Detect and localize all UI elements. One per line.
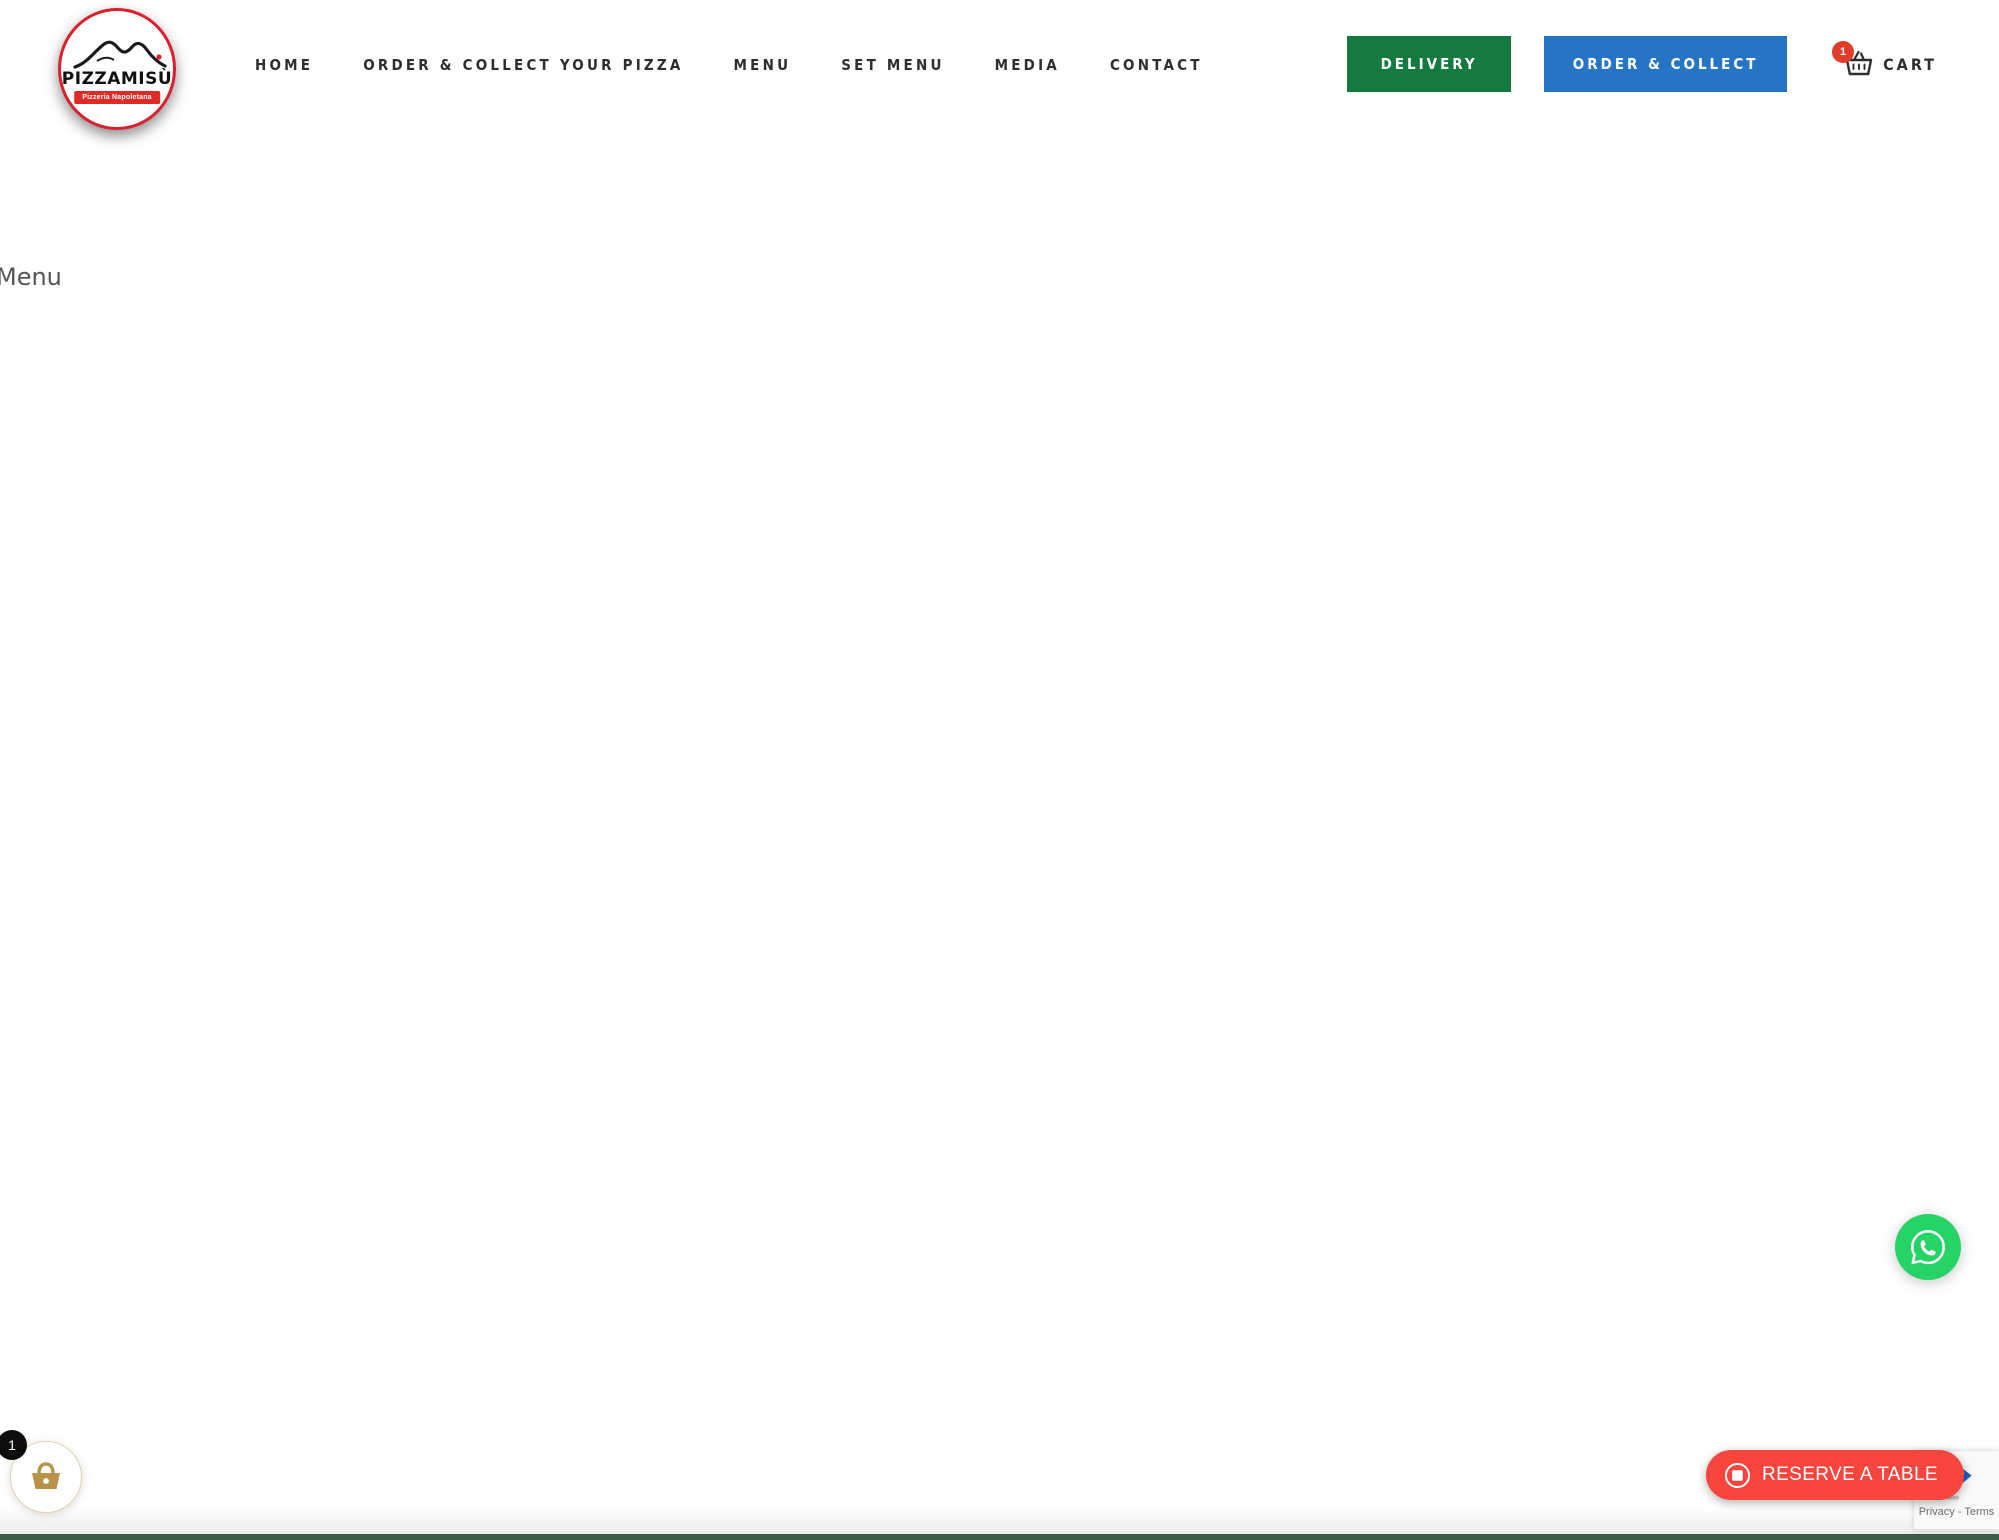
logo-tagline: Pizzeria Napoletana — [74, 91, 160, 104]
reserve-table-button[interactable]: RESERVE A TABLE — [1705, 1450, 1964, 1500]
header-actions: DELIVERY ORDER & COLLECT 1 CART — [1347, 36, 1999, 92]
logo-oval: PIZZAMISÙ Pizzeria Napoletana — [58, 8, 176, 130]
site-header: PIZZAMISÙ Pizzeria Napoletana HOME ORDER… — [0, 0, 1999, 140]
nav-item-home[interactable]: HOME — [255, 56, 313, 74]
nav-item-menu[interactable]: MENU — [734, 56, 792, 74]
cart-icon-container: 1 — [1832, 41, 1876, 81]
footer-gradient — [0, 1508, 1999, 1534]
whatsapp-button[interactable] — [1895, 1214, 1961, 1280]
floating-cart-button[interactable]: 1 — [0, 1430, 82, 1513]
page-title: Menu — [0, 263, 62, 291]
cart-link[interactable]: 1 CART — [1832, 41, 1937, 81]
floating-cart-count-badge: 1 — [0, 1430, 27, 1460]
logo-wordmark: PIZZAMISÙ — [61, 69, 173, 89]
reserve-table-icon — [1724, 1462, 1750, 1488]
reserve-table-label: RESERVE A TABLE — [1761, 1464, 1938, 1485]
cart-label: CART — [1883, 54, 1937, 74]
order-collect-button[interactable]: ORDER & COLLECT — [1544, 36, 1788, 92]
site-logo[interactable]: PIZZAMISÙ Pizzeria Napoletana — [58, 8, 176, 130]
page-root: PIZZAMISÙ Pizzeria Napoletana HOME ORDER… — [0, 0, 1999, 1540]
nav-item-order-collect-your-pizza[interactable]: ORDER & COLLECT YOUR PIZZA — [363, 56, 683, 74]
recaptcha-terms-text[interactable]: Privacy - Terms — [1919, 1506, 1995, 1518]
basket-icon — [32, 1462, 60, 1489]
nav-item-set-menu[interactable]: SET MENU — [841, 56, 944, 74]
nav-item-media[interactable]: MEDIA — [995, 56, 1060, 74]
main-content: Menu — [0, 140, 1999, 1520]
nav-item-contact[interactable]: CONTACT — [1110, 56, 1203, 74]
whatsapp-icon — [1911, 1230, 1945, 1265]
mountain-icon — [73, 40, 167, 69]
footer-strip — [0, 1534, 1999, 1540]
cart-count-badge: 1 — [1832, 41, 1855, 63]
main-navigation: HOME ORDER & COLLECT YOUR PIZZA MENU SET… — [255, 56, 1203, 74]
delivery-button[interactable]: DELIVERY — [1347, 36, 1512, 92]
